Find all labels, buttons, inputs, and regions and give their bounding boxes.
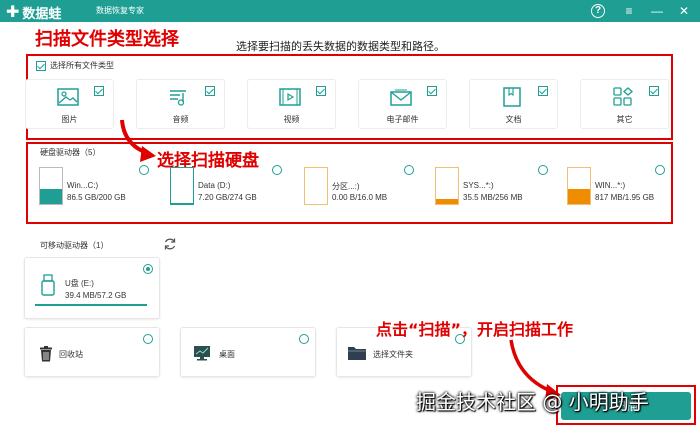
audio-icon <box>170 90 186 106</box>
filetype-label: 电子邮件 <box>386 115 419 124</box>
title-bar: ✚ 数据蛙 数据恢复专家 ? ≡ — ✕ <box>0 0 700 22</box>
video-icon <box>279 88 301 106</box>
filetype-card-email[interactable]: 电子邮件 <box>358 79 447 129</box>
filetype-card-document[interactable]: 文档 <box>469 79 558 129</box>
email-icon <box>390 89 412 106</box>
minimize-button[interactable]: — <box>648 2 666 20</box>
other-icon <box>613 87 633 106</box>
drive-name: 分区...:) <box>332 182 360 191</box>
drive-item-c[interactable]: Win...C:) 86.5 GB/200 GB <box>39 165 154 209</box>
hard-drives-header: 硬盘驱动器（5） <box>40 148 101 157</box>
refresh-icon[interactable] <box>163 237 177 251</box>
drive-item-partition[interactable]: 分区...:) 0.00 B/16.0 MB <box>304 165 416 209</box>
drive-usage-fill <box>40 188 62 204</box>
drive-size: 0.00 B/16.0 MB <box>332 193 388 202</box>
drive-name: SYS...*:) <box>463 181 494 190</box>
location-desktop[interactable]: 桌面 <box>180 327 316 377</box>
document-icon <box>503 87 521 107</box>
drive-size: 86.5 GB/200 GB <box>67 193 126 202</box>
drive-icon <box>304 167 328 205</box>
drive-icon <box>39 167 63 205</box>
filetype-card-video[interactable]: 视频 <box>247 79 336 129</box>
removable-drives-header: 可移动驱动器（1） <box>40 241 109 250</box>
usb-drive-card[interactable]: U盘 (E:) 39.4 MB/57.2 GB <box>24 257 160 319</box>
select-all-label: 选择所有文件类型 <box>50 61 114 70</box>
help-button[interactable]: ? <box>589 2 607 20</box>
image-icon <box>57 88 79 106</box>
logo-plus-icon: ✚ <box>6 3 20 21</box>
location-radio[interactable] <box>143 334 153 344</box>
app-logo: ✚ 数据蛙 <box>6 3 61 22</box>
folder-icon <box>348 347 366 360</box>
drive-size: 817 MB/1.95 GB <box>595 193 655 202</box>
annotation-scan: 点击“扫描”，开启扫描工作 <box>376 320 574 339</box>
drive-item-d[interactable]: Data (D:) 7.20 GB/274 GB <box>170 165 290 209</box>
drive-radio[interactable] <box>538 165 548 175</box>
filetype-checkbox[interactable] <box>538 86 548 96</box>
location-label: 桌面 <box>219 350 235 359</box>
select-all-checkbox[interactable]: 选择所有文件类型 <box>36 60 114 71</box>
desktop-icon <box>194 346 210 361</box>
filetype-checkbox[interactable] <box>427 86 437 96</box>
drive-name: WIN...*:) <box>595 181 626 190</box>
usb-drive-size: 39.4 MB/57.2 GB <box>65 291 127 300</box>
drive-usage-fill <box>171 202 193 204</box>
usb-drive-name: U盘 (E:) <box>65 279 94 288</box>
app-name: 数据蛙 <box>22 6 62 21</box>
drive-name: Data (D:) <box>198 181 231 190</box>
drive-icon <box>170 167 194 205</box>
annotation-file-types: 扫描文件类型选择 <box>35 29 179 50</box>
drive-item-sys[interactable]: SYS...*:) 35.5 MB/256 MB <box>435 165 551 209</box>
drive-radio[interactable] <box>272 165 282 175</box>
filetype-checkbox[interactable] <box>649 86 659 96</box>
location-recycle-bin[interactable]: 回收站 <box>24 327 160 377</box>
usb-drive-radio[interactable] <box>143 264 153 274</box>
drive-radio[interactable] <box>404 165 414 175</box>
watermark: 掘金技术社区 @ 小明助手 <box>416 390 649 414</box>
drive-radio[interactable] <box>655 165 665 175</box>
drive-size: 7.20 GB/274 GB <box>198 193 257 202</box>
location-label: 选择文件夹 <box>373 350 413 359</box>
location-label: 回收站 <box>59 350 83 359</box>
drive-icon <box>567 167 591 205</box>
close-button[interactable]: ✕ <box>675 2 693 20</box>
help-icon: ? <box>591 4 605 18</box>
drive-usage-fill <box>568 188 590 204</box>
drive-size: 35.5 MB/256 MB <box>463 193 523 202</box>
filetype-checkbox[interactable] <box>94 86 104 96</box>
filetype-checkbox[interactable] <box>316 86 326 96</box>
drive-icon <box>435 167 459 205</box>
drive-item-win[interactable]: WIN...*:) 817 MB/1.95 GB <box>567 165 667 209</box>
page-instruction: 选择要扫描的丢失数据的数据类型和路径。 <box>236 41 445 53</box>
usb-drive-icon <box>41 274 55 296</box>
drive-usage-fill <box>436 198 458 204</box>
location-radio[interactable] <box>299 334 309 344</box>
filetype-label: 文档 <box>505 115 522 124</box>
filetype-card-other[interactable]: 其它 <box>580 79 669 129</box>
filetype-label: 视频 <box>283 115 300 124</box>
drive-radio[interactable] <box>139 165 149 175</box>
app-subtitle: 数据恢复专家 <box>96 6 144 15</box>
filetype-label: 图片 <box>61 115 78 124</box>
filetype-label: 其它 <box>616 115 633 124</box>
select-all-check-icon <box>36 60 46 71</box>
recycle-bin-icon <box>40 346 52 362</box>
usb-drive-usage-bar <box>35 304 147 306</box>
menu-button[interactable]: ≡ <box>620 2 638 20</box>
filetype-card-image[interactable]: 图片 <box>25 79 114 129</box>
filetype-checkbox[interactable] <box>205 86 215 96</box>
drive-name: Win...C:) <box>67 181 99 190</box>
